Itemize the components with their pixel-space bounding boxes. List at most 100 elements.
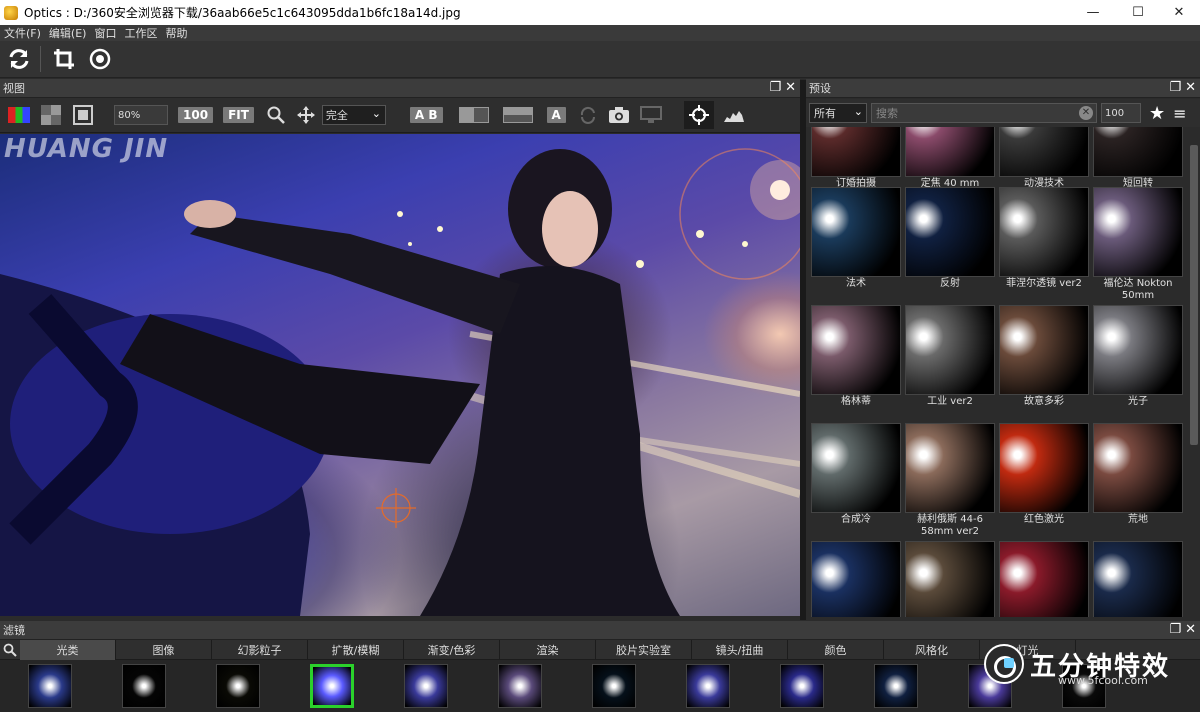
preset-item[interactable]: 格林蒂 xyxy=(810,305,902,408)
filter-search-icon[interactable] xyxy=(0,640,20,660)
display-monitor-icon[interactable] xyxy=(638,104,664,126)
favorites-star-icon[interactable]: ★ xyxy=(1149,103,1165,124)
fit-button[interactable]: FIT xyxy=(223,107,254,123)
mask-icon[interactable] xyxy=(83,42,117,76)
menu-window[interactable]: 窗口 xyxy=(90,25,120,41)
filter-thumbnail[interactable] xyxy=(122,664,166,708)
filter-thumbnail[interactable] xyxy=(498,664,542,708)
site-logo: 五分钟特效 www.5fcool.com xyxy=(984,638,1180,690)
logo-mark-icon xyxy=(984,644,1024,684)
preset-item[interactable]: 工业 ver2 xyxy=(904,305,996,408)
preset-item[interactable]: 光子 xyxy=(1092,305,1184,408)
filter-tab[interactable]: 图像 xyxy=(116,639,212,660)
preset-label: 福伦达 Nokton 50mm xyxy=(1103,278,1173,301)
preset-item[interactable]: 赫利俄斯 44-6 58mm ver2 xyxy=(904,423,996,538)
toolbar-separator xyxy=(40,46,41,72)
view-mode-select[interactable]: 完全 ⌄ xyxy=(321,105,386,125)
menu-hamburger-icon[interactable]: ≡ xyxy=(1173,104,1186,123)
filter-thumbnail[interactable] xyxy=(28,664,72,708)
filter-thumbnail[interactable] xyxy=(404,664,448,708)
preset-search-bar: 所有 ⌄ 搜索 ✕ 100 ★ ≡ xyxy=(806,99,1200,127)
rgb-channels-icon[interactable] xyxy=(6,104,32,126)
close-button[interactable]: ✕ xyxy=(1156,0,1200,25)
filter-tab[interactable]: 风格化 xyxy=(884,639,980,660)
preset-label: 反射 xyxy=(940,278,960,289)
filter-thumbnail[interactable] xyxy=(874,664,918,708)
split-horizontal-icon[interactable] xyxy=(501,104,535,126)
filter-tab[interactable]: 颜色 xyxy=(788,639,884,660)
preset-item[interactable]: 荒地 xyxy=(1092,423,1184,526)
preset-item[interactable]: 红色激光 xyxy=(998,423,1090,526)
filter-thumbnail[interactable] xyxy=(780,664,824,708)
close-panel-icon[interactable]: ✕ xyxy=(785,80,796,95)
preset-thumbnail xyxy=(811,127,901,177)
preset-category-select[interactable]: 所有 ⌄ xyxy=(809,103,867,123)
filter-thumbnail[interactable] xyxy=(310,664,354,708)
preset-item[interactable]: 定焦 40 mm xyxy=(904,127,996,190)
image-canvas[interactable]: HUANG JIN xyxy=(0,134,800,616)
preset-item[interactable] xyxy=(810,541,902,617)
preset-item[interactable]: 合成冷 xyxy=(810,423,902,526)
preset-item[interactable]: 故意多彩 xyxy=(998,305,1090,408)
ab-compare-button[interactable]: A B xyxy=(409,107,443,123)
preset-item[interactable]: 法术 xyxy=(810,187,902,290)
minimize-button[interactable]: — xyxy=(1070,0,1116,25)
preset-thumbnail xyxy=(811,423,901,513)
float-panel-icon[interactable]: ❐ xyxy=(1169,622,1181,637)
swap-icon[interactable] xyxy=(576,104,600,126)
preset-item[interactable]: 福伦达 Nokton 50mm xyxy=(1092,187,1184,302)
preset-item[interactable]: 订婚拍摄 xyxy=(810,127,902,190)
preset-search-input[interactable]: 搜索 ✕ xyxy=(871,103,1097,123)
menu-edit[interactable]: 编辑(E) xyxy=(45,25,91,41)
pan-icon[interactable] xyxy=(294,104,318,126)
preset-label: 菲涅尔透镜 ver2 xyxy=(1006,278,1082,289)
magnifier-icon[interactable] xyxy=(264,104,288,126)
preset-item[interactable]: 短回转 xyxy=(1092,127,1184,190)
filter-tab[interactable]: 渐变/色彩 xyxy=(404,639,500,660)
target-crosshair-icon[interactable] xyxy=(683,101,714,129)
window-title: Optics : D:/360安全浏览器下载/36aab66e5c1c64309… xyxy=(24,6,461,20)
filter-tab[interactable]: 光类 xyxy=(20,639,116,660)
menu-workspace[interactable]: 工作区 xyxy=(120,25,161,41)
preset-item[interactable]: 动漫技术 xyxy=(998,127,1090,190)
filter-tab[interactable]: 幻影粒子 xyxy=(212,639,308,660)
menu-help[interactable]: 帮助 xyxy=(161,25,191,41)
snapshot-camera-icon[interactable] xyxy=(606,104,632,126)
split-vertical-icon[interactable] xyxy=(457,104,491,126)
filter-thumbnail[interactable] xyxy=(686,664,730,708)
preset-item[interactable]: 菲涅尔透镜 ver2 xyxy=(998,187,1090,290)
filters-panel-title: 滤镜 xyxy=(3,624,25,637)
clear-search-icon[interactable]: ✕ xyxy=(1079,106,1093,120)
thumbnail-size-input[interactable]: 100 xyxy=(1101,103,1141,123)
zoom-100-button[interactable]: 100 xyxy=(178,107,214,123)
single-a-button[interactable]: A xyxy=(546,107,566,123)
preset-scrollbar[interactable] xyxy=(1188,127,1200,617)
maximize-button[interactable]: ☐ xyxy=(1115,0,1161,25)
float-panel-icon[interactable]: ❐ xyxy=(1169,80,1181,95)
float-panel-icon[interactable]: ❐ xyxy=(769,80,781,95)
checkerboard-icon[interactable] xyxy=(38,104,64,126)
crop-icon[interactable] xyxy=(47,42,81,76)
preset-item[interactable]: 反射 xyxy=(904,187,996,290)
preset-thumbnail xyxy=(1093,423,1183,513)
view-panel-title: 视图 xyxy=(3,82,25,95)
preset-thumbnail xyxy=(1093,127,1183,177)
filter-tab[interactable]: 渲染 xyxy=(500,639,596,660)
filter-tab[interactable]: 胶片实验室 xyxy=(596,639,692,660)
menu-file[interactable]: 文件(F) xyxy=(0,25,45,41)
preset-item[interactable] xyxy=(998,541,1090,617)
preset-label: 光子 xyxy=(1128,396,1148,407)
filter-tab[interactable]: 扩散/模糊 xyxy=(308,639,404,660)
close-panel-icon[interactable]: ✕ xyxy=(1185,622,1196,637)
filter-thumbnail[interactable] xyxy=(216,664,260,708)
close-panel-icon[interactable]: ✕ xyxy=(1185,80,1196,95)
zoom-input[interactable]: 80% xyxy=(114,105,168,125)
histogram-icon[interactable] xyxy=(720,104,748,126)
preset-item[interactable] xyxy=(1092,541,1184,617)
filter-thumbnail[interactable] xyxy=(592,664,636,708)
preset-thumbnail xyxy=(1093,541,1183,617)
preset-item[interactable] xyxy=(904,541,996,617)
compare-frame-icon[interactable] xyxy=(70,104,96,126)
refresh-icon[interactable] xyxy=(2,42,36,76)
filter-tab[interactable]: 镜头/扭曲 xyxy=(692,639,788,660)
